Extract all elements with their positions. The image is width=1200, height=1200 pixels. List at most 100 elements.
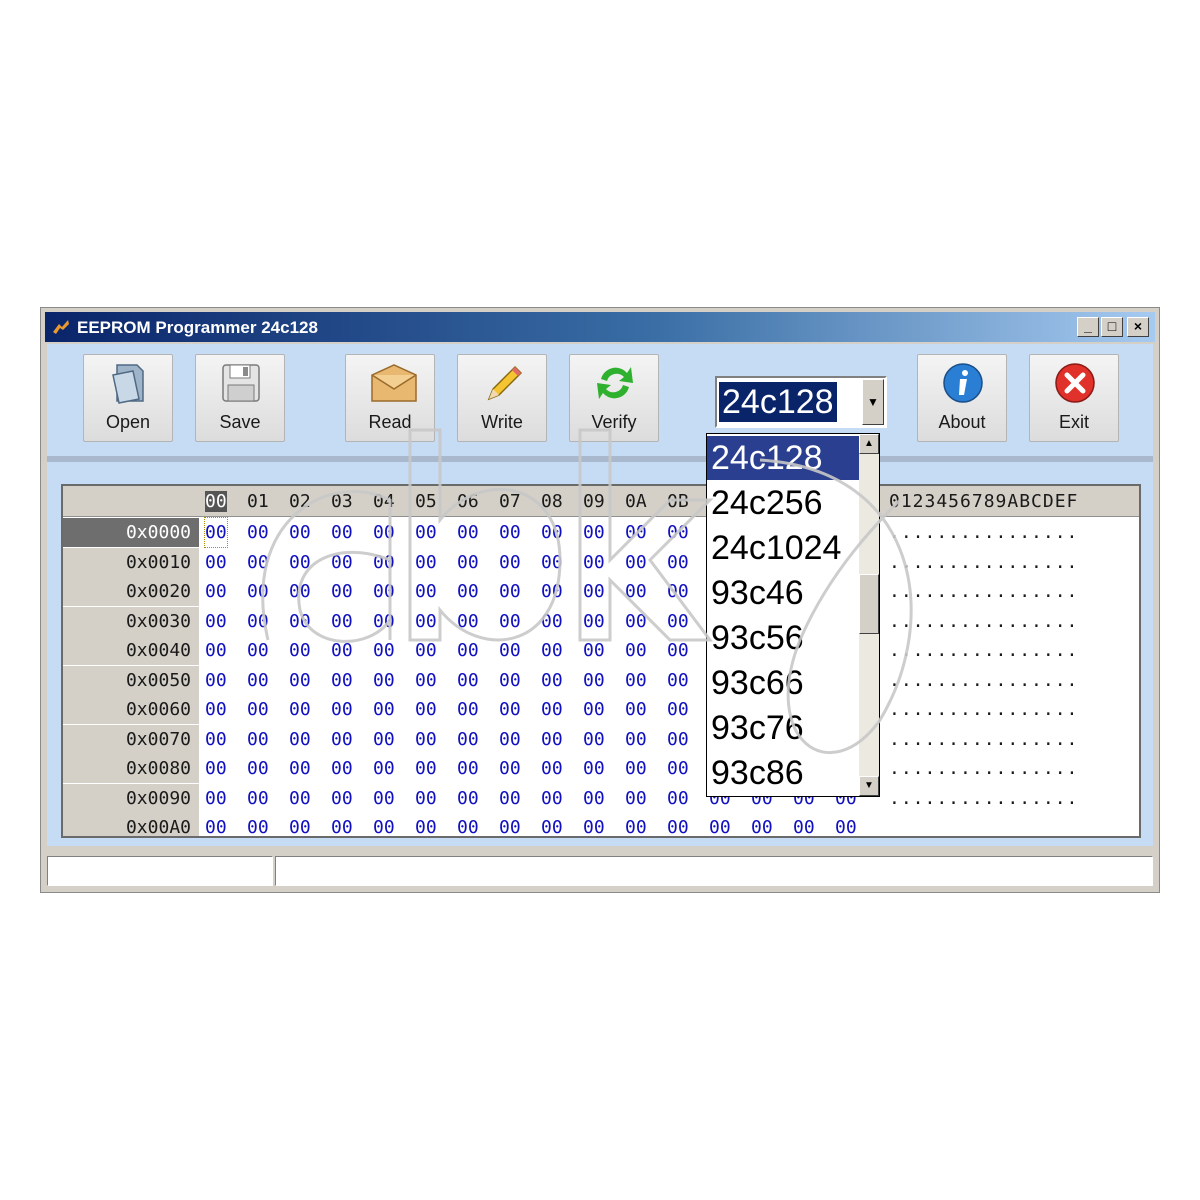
chip-option[interactable]: 93c46 xyxy=(707,571,859,615)
ascii-cell[interactable]: ................ xyxy=(889,548,1078,577)
hex-cell[interactable]: 00 xyxy=(583,813,605,836)
hex-cell[interactable]: 00 xyxy=(583,784,605,813)
row-address[interactable]: 0x0020 xyxy=(63,577,199,606)
ascii-cell[interactable]: ................ xyxy=(889,577,1078,606)
hex-cell[interactable]: 00 xyxy=(205,725,227,754)
minimize-button[interactable]: _ xyxy=(1077,317,1099,337)
chip-option[interactable]: 93c86 xyxy=(707,751,859,795)
read-button[interactable]: Read xyxy=(345,354,435,442)
hex-cell[interactable]: 00 xyxy=(457,754,479,783)
save-button[interactable]: Save xyxy=(195,354,285,442)
ascii-cell[interactable]: ................ xyxy=(889,695,1078,724)
hex-cell[interactable]: 00 xyxy=(373,784,395,813)
hex-cell[interactable]: 00 xyxy=(667,725,689,754)
hex-cell[interactable]: 00 xyxy=(415,577,437,606)
hex-cell[interactable]: 00 xyxy=(751,813,773,836)
hex-cell[interactable]: 00 xyxy=(541,725,563,754)
hex-cell[interactable]: 00 xyxy=(499,784,521,813)
hex-cell[interactable]: 00 xyxy=(625,666,647,695)
hex-cell[interactable]: 00 xyxy=(667,754,689,783)
hex-cell[interactable]: 00 xyxy=(457,725,479,754)
hex-cell[interactable]: 00 xyxy=(625,784,647,813)
hex-cell[interactable]: 00 xyxy=(331,666,353,695)
hex-grid[interactable]: 0123456789ABCDEF 00 01 02 03 04 05 06 07 08 09 0A 0… xyxy=(61,484,1141,838)
chevron-down-icon[interactable]: ▼ xyxy=(862,379,884,425)
hex-cell[interactable]: 00 xyxy=(373,813,395,836)
chip-option[interactable]: 24c1024 xyxy=(707,526,859,570)
hex-cell[interactable]: 00 xyxy=(583,725,605,754)
hex-cell[interactable]: 00 xyxy=(415,636,437,665)
hex-cell[interactable]: 00 xyxy=(373,754,395,783)
row-address[interactable]: 0x0040 xyxy=(63,636,199,665)
hex-cell[interactable]: 00 xyxy=(373,666,395,695)
ascii-cell[interactable]: ................ xyxy=(889,725,1078,754)
hex-cell[interactable]: 00 xyxy=(499,607,521,636)
hex-cell[interactable]: 00 xyxy=(331,754,353,783)
verify-button[interactable]: Verify xyxy=(569,354,659,442)
hex-cell[interactable]: 00 xyxy=(667,636,689,665)
hex-cell[interactable]: 00 xyxy=(289,548,311,577)
row-address[interactable]: 0x0000 xyxy=(63,518,199,547)
hex-cell[interactable]: 00 xyxy=(457,636,479,665)
hex-cell[interactable]: 00 xyxy=(289,518,311,547)
hex-cell[interactable]: 00 xyxy=(331,784,353,813)
hex-cell[interactable]: 00 xyxy=(835,813,857,836)
hex-cell[interactable]: 00 xyxy=(289,636,311,665)
hex-cell[interactable]: 00 xyxy=(205,636,227,665)
hex-cell[interactable]: 00 xyxy=(667,518,689,547)
hex-cell[interactable]: 00 xyxy=(625,695,647,724)
hex-cell[interactable]: 00 xyxy=(373,548,395,577)
chip-option[interactable]: 93c76 xyxy=(707,706,859,750)
hex-cell[interactable]: 00 xyxy=(625,548,647,577)
hex-cell[interactable]: 00 xyxy=(331,695,353,724)
hex-cell[interactable]: 00 xyxy=(457,518,479,547)
hex-cell[interactable]: 00 xyxy=(415,518,437,547)
ascii-cell[interactable]: ................ xyxy=(889,607,1078,636)
hex-cell[interactable]: 00 xyxy=(415,548,437,577)
hex-cell[interactable]: 00 xyxy=(583,695,605,724)
hex-cell[interactable]: 00 xyxy=(415,784,437,813)
hex-cell[interactable]: 00 xyxy=(205,577,227,606)
hex-cell[interactable]: 00 xyxy=(499,754,521,783)
hex-cell[interactable]: 00 xyxy=(415,666,437,695)
scroll-thumb[interactable] xyxy=(859,574,879,634)
hex-cell[interactable]: 00 xyxy=(415,813,437,836)
hex-cell[interactable]: 00 xyxy=(247,725,269,754)
hex-cell[interactable]: 00 xyxy=(457,666,479,695)
hex-cell[interactable]: 00 xyxy=(331,725,353,754)
hex-cell[interactable]: 00 xyxy=(541,518,563,547)
hex-cell[interactable]: 00 xyxy=(499,548,521,577)
hex-cell[interactable]: 00 xyxy=(499,695,521,724)
hex-cell[interactable]: 00 xyxy=(583,636,605,665)
hex-cell[interactable]: 00 xyxy=(583,577,605,606)
hex-cell[interactable]: 00 xyxy=(331,636,353,665)
maximize-button[interactable]: □ xyxy=(1101,317,1123,337)
hex-cell[interactable]: 00 xyxy=(373,695,395,724)
row-address[interactable]: 0x0060 xyxy=(63,695,199,724)
hex-cell[interactable]: 00 xyxy=(331,518,353,547)
hex-cell[interactable]: 00 xyxy=(541,607,563,636)
hex-cell[interactable]: 00 xyxy=(247,577,269,606)
hex-cell[interactable]: 00 xyxy=(289,607,311,636)
hex-cell[interactable]: 00 xyxy=(583,518,605,547)
hex-cell[interactable]: 00 xyxy=(247,666,269,695)
hex-cell[interactable]: 00 xyxy=(415,607,437,636)
scroll-up-icon[interactable]: ▲ xyxy=(859,434,879,454)
ascii-cell[interactable]: ................ xyxy=(889,754,1078,783)
chip-select[interactable]: 24c128 ▼ xyxy=(715,376,887,428)
row-address[interactable]: 0x0030 xyxy=(63,606,199,636)
hex-cell[interactable]: 00 xyxy=(205,754,227,783)
exit-button[interactable]: Exit xyxy=(1029,354,1119,442)
hex-cell[interactable]: 00 xyxy=(415,754,437,783)
dropdown-scrollbar[interactable]: ▲ ▼ xyxy=(859,434,879,796)
hex-cell[interactable]: 00 xyxy=(289,695,311,724)
hex-cell[interactable]: 00 xyxy=(373,577,395,606)
hex-cell[interactable]: 00 xyxy=(247,548,269,577)
row-address[interactable]: 0x0090 xyxy=(63,783,199,813)
hex-cell[interactable]: 00 xyxy=(457,548,479,577)
hex-cell[interactable]: 00 xyxy=(205,548,227,577)
about-button[interactable]: About xyxy=(917,354,1007,442)
hex-cell[interactable]: 00 xyxy=(289,754,311,783)
hex-cell[interactable]: 00 xyxy=(499,518,521,547)
hex-cell[interactable]: 00 xyxy=(541,577,563,606)
